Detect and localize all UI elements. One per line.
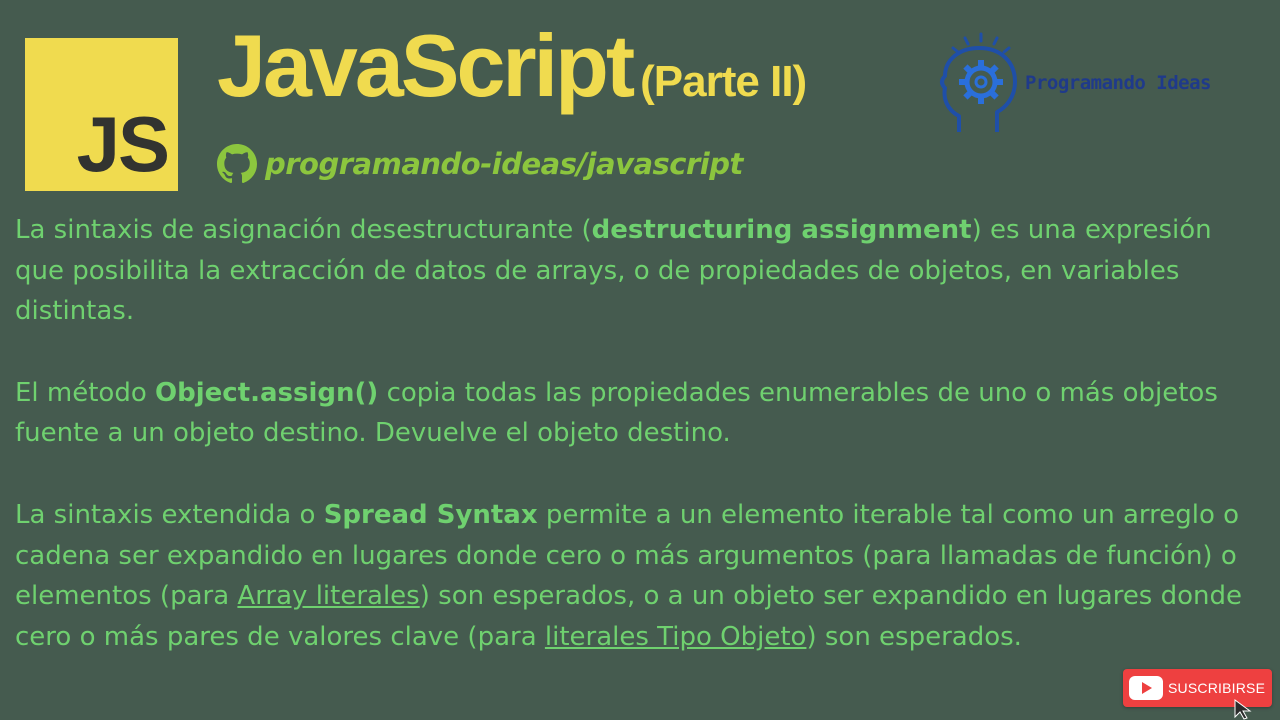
paragraph-destructuring: La sintaxis de asignación desestructuran… (15, 210, 1265, 332)
link-array-literales[interactable]: Array literales (237, 581, 419, 611)
p3-text-1: La sintaxis extendida o (15, 499, 324, 530)
term-destructuring: destructuring assignment (591, 215, 972, 245)
title-part: (Parte II) (640, 57, 807, 106)
js-logo-text: JS (76, 100, 170, 188)
repo-label: programando-ideas/javascript (265, 147, 743, 181)
main-content: La sintaxis de asignación desestructuran… (15, 210, 1265, 698)
page-title: JavaScript (Parte II) (217, 22, 807, 110)
repo-link[interactable]: programando-ideas/javascript (217, 143, 743, 185)
p2-text-1: El método (15, 377, 156, 408)
p1-text-1: La sintaxis de asignación desestructuran… (15, 215, 592, 245)
brain-gear-icon (940, 32, 1017, 132)
title-main: JavaScript (217, 16, 635, 115)
brand-name: Programando Ideas (1025, 72, 1211, 94)
link-literales-tipo-objeto[interactable]: literales Tipo Objeto (545, 622, 807, 652)
cursor-icon (1234, 699, 1252, 720)
js-logo: JS (25, 38, 178, 191)
github-icon (217, 144, 257, 184)
p3-text-4: ) son esperados. (806, 621, 1022, 652)
paragraph-object-assign: El método Object.assign() copia todas la… (15, 373, 1265, 454)
subscribe-label: SUSCRIBIRSE (1168, 680, 1266, 696)
term-object-assign: Object.assign() (155, 377, 379, 408)
term-spread-syntax: Spread Syntax (323, 499, 538, 530)
brand-logo: Programando Ideas (935, 32, 1211, 140)
youtube-icon (1129, 676, 1163, 700)
paragraph-spread-syntax: La sintaxis extendida o Spread Syntax pe… (15, 495, 1265, 657)
